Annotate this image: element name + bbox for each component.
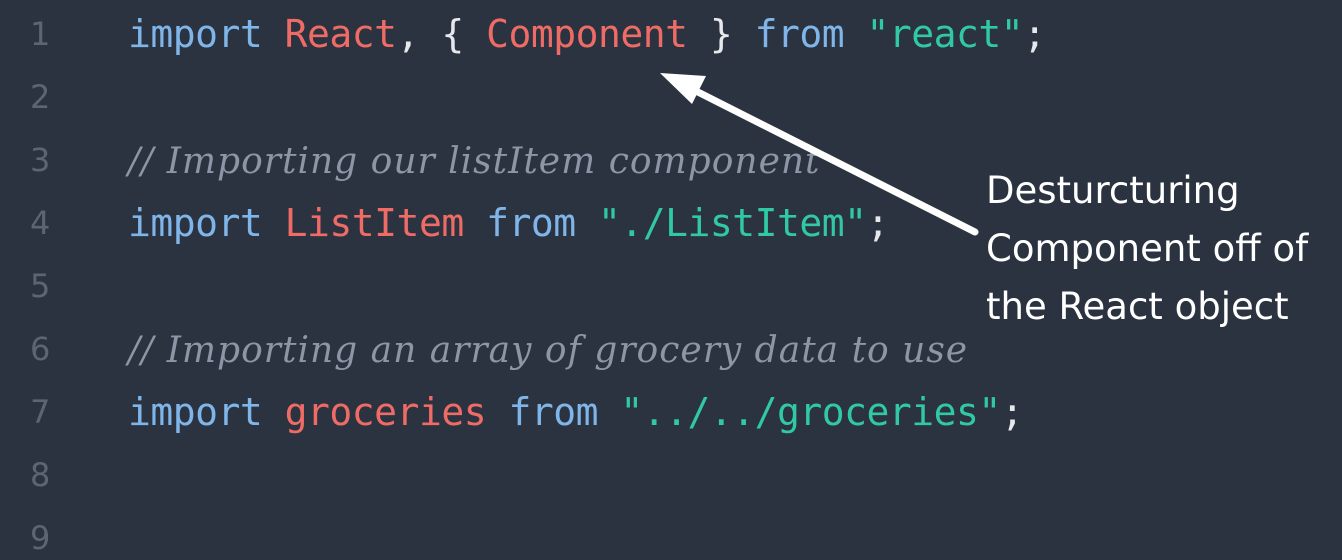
arrow-shaft xyxy=(686,84,979,236)
annotation-callout: Desturcturing Component off of the React… xyxy=(986,162,1336,336)
annotation-line-1: Desturcturing xyxy=(986,169,1240,212)
arrow-head-icon xyxy=(660,73,706,104)
annotation-line-3: the React object xyxy=(986,285,1289,328)
annotation-line-2: Component off of xyxy=(986,227,1309,270)
